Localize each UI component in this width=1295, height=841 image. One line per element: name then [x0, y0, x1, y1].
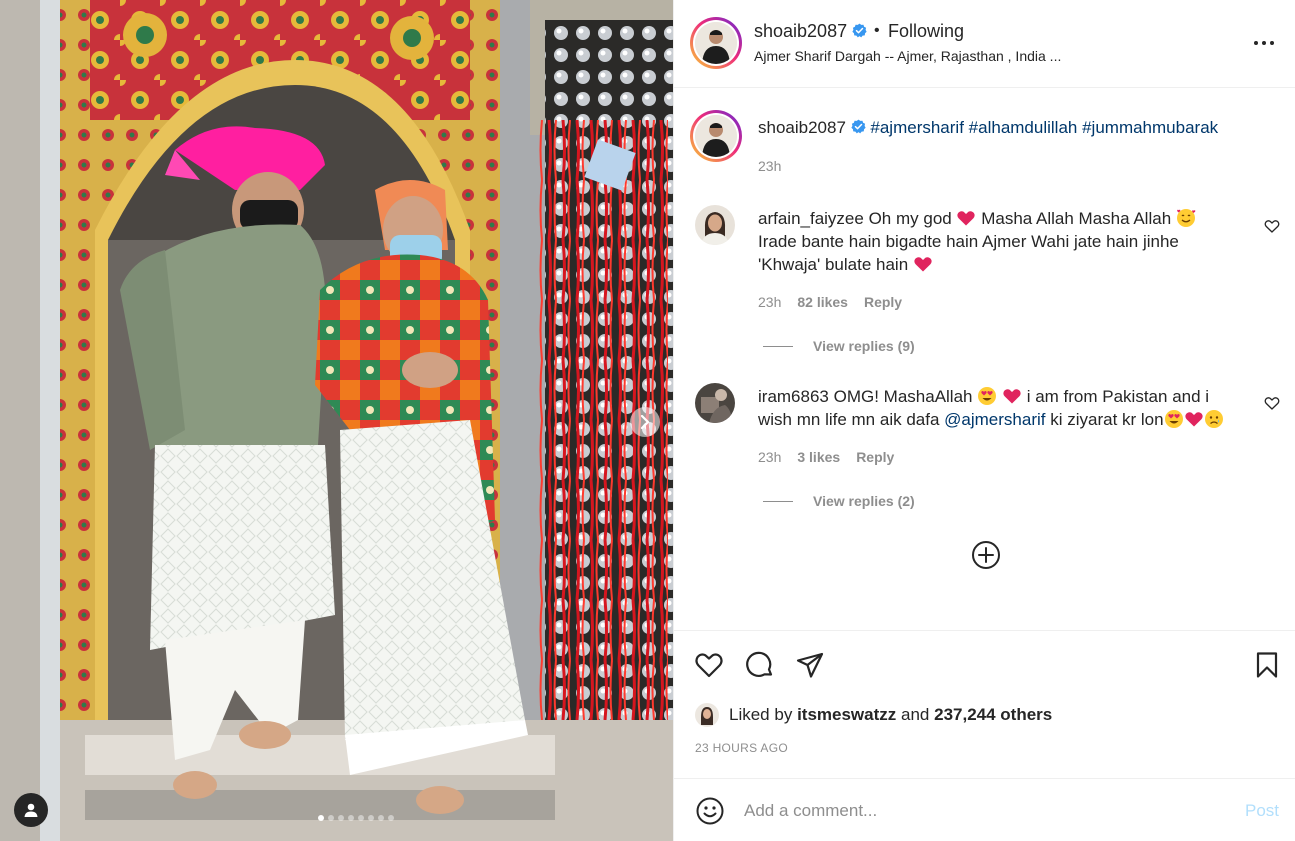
verified-badge-icon — [852, 23, 867, 38]
carousel-dot — [388, 815, 394, 821]
dargah-couple-photo — [0, 0, 673, 841]
hashtag-link[interactable]: #jummahmubarak — [1082, 118, 1218, 137]
red-heart-emoji — [1184, 412, 1203, 427]
replies-divider-line — [763, 500, 793, 502]
add-comment-bar: Post — [674, 778, 1295, 841]
verified-badge-icon — [851, 119, 866, 134]
smiling-face-with-hearts-emoji — [1176, 209, 1196, 227]
carousel-indicator — [318, 815, 394, 821]
author-username-text[interactable]: shoaib2087 — [754, 21, 847, 41]
hashtag-link[interactable]: #ajmersharif — [870, 118, 964, 137]
carousel-next-button[interactable] — [630, 407, 660, 437]
reply-button[interactable]: Reply — [856, 449, 894, 465]
carousel-dot — [328, 815, 334, 821]
carousel-dot — [358, 815, 364, 821]
chevron-right-icon — [640, 415, 650, 429]
view-replies-label[interactable]: View replies (9) — [813, 338, 915, 354]
hashtag-link[interactable]: #alhamdulillah — [969, 118, 1078, 137]
post-details-panel: shoaib2087 • Following Ajmer Sharif Darg… — [673, 0, 1295, 841]
comment-likes-count[interactable]: 3 likes — [797, 449, 840, 465]
comment-body: Irade bante hain bigadte hain Ajmer Wahi… — [758, 232, 1179, 274]
comment-username[interactable]: iram6863 — [758, 387, 829, 406]
comment-text: arfain_faiyzee Oh my god Masha Allah Mas… — [758, 207, 1238, 276]
carousel-dot — [368, 815, 374, 821]
comment-text: iram6863 OMG! MashaAllah i am from Pakis… — [758, 385, 1238, 431]
user-icon — [24, 803, 38, 817]
comment-timestamp[interactable]: 23h — [758, 449, 781, 465]
comment-likes-count[interactable]: 82 likes — [797, 294, 848, 310]
comment-body: ki ziyarat kr lon — [1050, 410, 1164, 429]
commenter-avatar[interactable] — [695, 383, 735, 423]
load-more-comments-icon[interactable] — [971, 540, 1001, 570]
comment-body: Masha Allah Masha Allah — [981, 209, 1172, 228]
comment-username[interactable]: arfain_faiyzee — [758, 209, 864, 228]
view-replies-button[interactable]: View replies (9) — [763, 338, 915, 354]
more-options-icon[interactable] — [1252, 33, 1276, 53]
carousel-dot-active — [318, 815, 324, 821]
mention-link[interactable]: @ajmersharif — [944, 410, 1045, 429]
carousel-dot — [378, 815, 384, 821]
author-avatar[interactable] — [690, 17, 742, 69]
carousel-dot — [348, 815, 354, 821]
comment-meta: 23h 82 likes Reply — [758, 294, 902, 310]
reply-button[interactable]: Reply — [864, 294, 902, 310]
red-heart-emoji — [957, 211, 976, 226]
red-heart-emoji — [1003, 389, 1021, 404]
comment-timestamp[interactable]: 23h — [758, 294, 781, 310]
sad-face-emoji — [1204, 410, 1223, 428]
post-header: shoaib2087 • Following Ajmer Sharif Darg… — [674, 0, 1295, 88]
bookmark-icon[interactable] — [1252, 650, 1282, 680]
likes-count[interactable]: 237,244 others — [934, 705, 1052, 725]
comment-body: Oh my god — [868, 209, 952, 228]
paper-plane-icon[interactable] — [795, 650, 825, 680]
heart-eyes-emoji — [978, 387, 997, 405]
post-comment-button[interactable]: Post — [1245, 801, 1279, 821]
comment-bubble-icon[interactable] — [745, 650, 775, 680]
heart-eyes-emoji — [1164, 410, 1183, 428]
like-comment-heart-icon[interactable] — [1264, 218, 1280, 234]
comment-input[interactable] — [744, 797, 1224, 825]
post-caption: shoaib2087 #ajmersharif #alhamdulillah #… — [758, 118, 1218, 138]
comment-meta: 23h 3 likes Reply — [758, 449, 894, 465]
liked-by-and: and — [901, 705, 930, 724]
post-timestamp[interactable]: 23 HOURS AGO — [695, 741, 788, 755]
post-actions-bar: Liked by itsmeswatzz and 237,244 others … — [674, 630, 1295, 778]
header-separator: • — [874, 22, 880, 39]
red-heart-emoji — [914, 257, 932, 272]
heart-icon[interactable] — [694, 650, 724, 680]
caption-username[interactable]: shoaib2087 — [758, 118, 846, 137]
view-replies-button[interactable]: View replies (2) — [763, 493, 915, 509]
smiley-icon[interactable] — [695, 796, 725, 826]
carousel-dot — [338, 815, 344, 821]
post-location-link[interactable]: Ajmer Sharif Dargah -- Ajmer, Rajasthan … — [754, 48, 1061, 64]
tagged-users-button[interactable] — [14, 793, 48, 827]
following-button[interactable]: Following — [888, 21, 964, 42]
caption-timestamp[interactable]: 23h — [758, 158, 781, 174]
liker-avatar[interactable] — [695, 703, 719, 727]
like-comment-heart-icon[interactable] — [1264, 395, 1280, 411]
liked-by-prefix: Liked by — [729, 705, 793, 724]
comment-body: OMG! MashaAllah — [833, 387, 973, 406]
replies-divider-line — [763, 345, 793, 347]
commenter-avatar[interactable] — [695, 205, 735, 245]
view-replies-label[interactable]: View replies (2) — [813, 493, 915, 509]
liker-username[interactable]: itsmeswatzz — [797, 705, 896, 725]
author-username[interactable]: shoaib2087 — [754, 21, 867, 42]
likes-summary: Liked by itsmeswatzz and 237,244 others — [695, 703, 1052, 727]
post-photo[interactable] — [0, 0, 673, 841]
caption-author-avatar[interactable] — [690, 110, 742, 162]
